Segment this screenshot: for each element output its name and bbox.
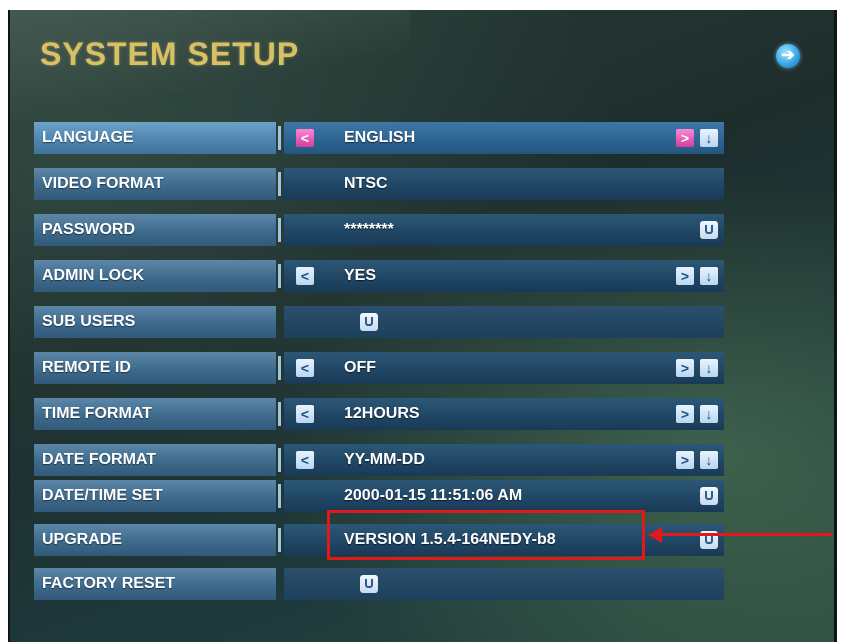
right-arrow-icon[interactable]: > (676, 359, 694, 377)
setting-value-box[interactable]: < YY-MM-DD > ↓ (284, 444, 724, 476)
down-arrow-icon[interactable]: ↓ (700, 359, 718, 377)
enter-icon[interactable] (360, 575, 378, 593)
setting-value: OFF (344, 359, 376, 376)
setting-label: FACTORY RESET (34, 568, 276, 600)
enter-icon[interactable] (700, 487, 718, 505)
down-arrow-icon[interactable]: ↓ (700, 405, 718, 423)
setting-value-box[interactable]: < ENGLISH > ↓ (284, 122, 724, 154)
enter-icon[interactable] (360, 313, 378, 331)
page-title: SYSTEM SETUP (40, 36, 300, 72)
divider (278, 484, 281, 508)
enter-icon[interactable] (700, 221, 718, 239)
pointer-arrow-icon (648, 527, 662, 543)
setting-value-box[interactable]: 2000-01-15 11:51:06 AM (284, 480, 724, 512)
pointer-arrow-line (660, 533, 832, 536)
setting-label: DATE FORMAT (34, 444, 276, 476)
left-arrow-icon[interactable]: < (296, 405, 314, 423)
divider (278, 528, 281, 552)
setting-value: YY-MM-DD (344, 451, 425, 468)
setting-value-box[interactable] (284, 568, 724, 600)
left-arrow-icon[interactable]: < (296, 451, 314, 469)
setting-value-box[interactable]: ******** (284, 214, 724, 246)
setting-value-box: NTSC (284, 168, 724, 200)
setting-label: TIME FORMAT (34, 398, 276, 430)
setting-value-box[interactable]: < YES > ↓ (284, 260, 724, 292)
setting-value: YES (344, 267, 377, 284)
divider (278, 126, 281, 150)
right-arrow-icon[interactable]: > (676, 405, 694, 423)
setting-label: UPGRADE (34, 524, 276, 556)
right-arrow-icon[interactable]: > (676, 451, 694, 469)
setting-value: NTSC (344, 175, 388, 192)
left-arrow-icon[interactable]: < (296, 267, 314, 285)
down-arrow-icon[interactable]: ↓ (700, 267, 718, 285)
divider (278, 218, 281, 242)
password-value: ******** (344, 221, 394, 238)
setting-value-box[interactable] (284, 306, 724, 338)
highlight-box (327, 510, 645, 560)
setting-value-box[interactable]: < 12HOURS > ↓ (284, 398, 724, 430)
divider (278, 172, 281, 196)
right-arrow-icon[interactable]: > (676, 129, 694, 147)
divider (278, 356, 281, 380)
left-arrow-icon[interactable]: < (296, 359, 314, 377)
setting-label: REMOTE ID (34, 352, 276, 384)
left-arrow-icon[interactable]: < (296, 129, 314, 147)
down-arrow-icon[interactable]: ↓ (700, 451, 718, 469)
setting-value: 2000-01-15 11:51:06 AM (344, 487, 523, 504)
down-arrow-icon[interactable]: ↓ (700, 129, 718, 147)
setting-label: ADMIN LOCK (34, 260, 276, 292)
setting-value: ENGLISH (344, 129, 416, 146)
setting-value: 12HOURS (344, 405, 420, 422)
divider (278, 448, 281, 472)
back-arrow-icon[interactable]: ➔ (776, 44, 800, 68)
right-arrow-icon[interactable]: > (676, 267, 694, 285)
setting-label: VIDEO FORMAT (34, 168, 276, 200)
setting-label: LANGUAGE (34, 122, 276, 154)
setting-label: DATE/TIME SET (34, 480, 276, 512)
setting-value-box[interactable]: < OFF > ↓ (284, 352, 724, 384)
setting-label: PASSWORD (34, 214, 276, 246)
divider (278, 402, 281, 426)
setting-label: SUB USERS (34, 306, 276, 338)
divider (278, 264, 281, 288)
